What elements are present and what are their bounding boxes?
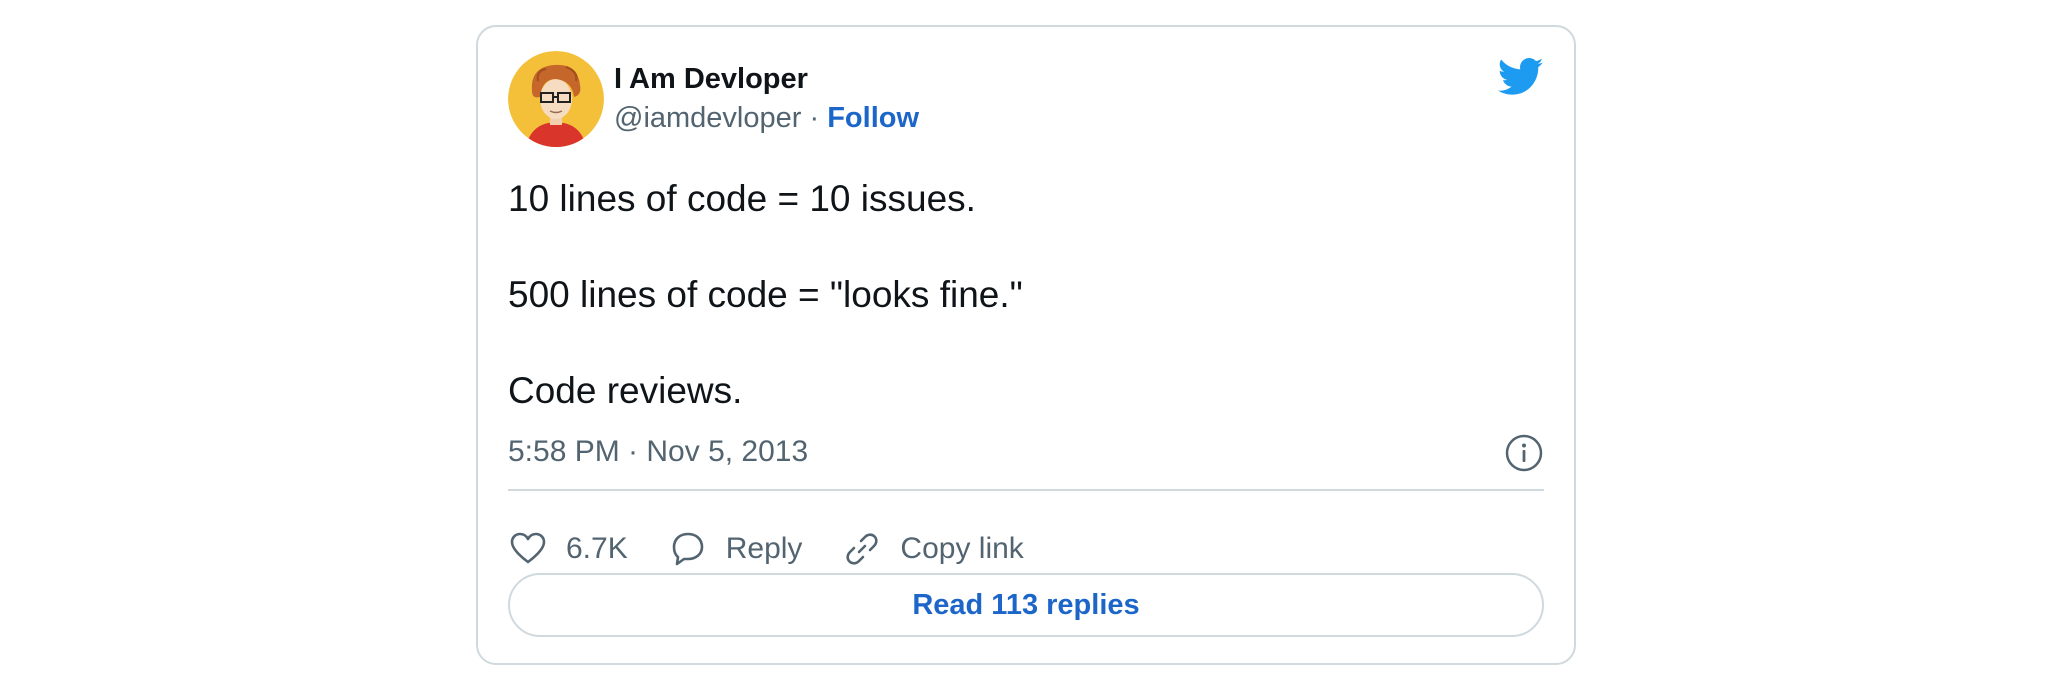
like-button[interactable]: 6.7K (508, 529, 628, 569)
tweet-line: 500 lines of code = "looks fine." (508, 274, 1023, 315)
info-icon[interactable] (1504, 433, 1544, 473)
follow-link[interactable]: Follow (827, 102, 919, 134)
tweet-card: I Am Devloper @iamdevloper · Follow 10 l… (476, 25, 1576, 665)
tweet-line: Code reviews. (508, 370, 743, 411)
speech-bubble-icon (672, 532, 704, 566)
reply-button[interactable]: Reply (668, 529, 803, 569)
like-count: 6.7K (566, 532, 628, 565)
author-handle-line: @iamdevloper · Follow (614, 102, 919, 135)
tweet-line: 10 lines of code = 10 issues. (508, 178, 976, 219)
heart-icon (510, 532, 546, 564)
tweet-timestamp[interactable]: 5:58 PM · Nov 5, 2013 (508, 435, 808, 469)
action-bar: 6.7K Reply Copy link (508, 527, 1064, 571)
divider (508, 489, 1544, 491)
avatar[interactable] (508, 51, 604, 147)
read-replies-button[interactable]: Read 113 replies (508, 573, 1544, 637)
link-icon (846, 533, 879, 565)
tweet-text: 10 lines of code = 10 issues. 500 lines … (508, 175, 1538, 463)
copy-link-label: Copy link (900, 532, 1024, 565)
avatar-illustration (508, 51, 604, 147)
handle-separator: · (809, 102, 820, 134)
reply-label: Reply (725, 532, 803, 565)
author-handle[interactable]: @iamdevloper (614, 102, 801, 134)
author-name[interactable]: I Am Devloper (614, 63, 808, 96)
page: I Am Devloper @iamdevloper · Follow 10 l… (0, 0, 2048, 686)
twitter-bird-icon[interactable] (1498, 57, 1544, 97)
copy-link-button[interactable]: Copy link (842, 529, 1024, 569)
